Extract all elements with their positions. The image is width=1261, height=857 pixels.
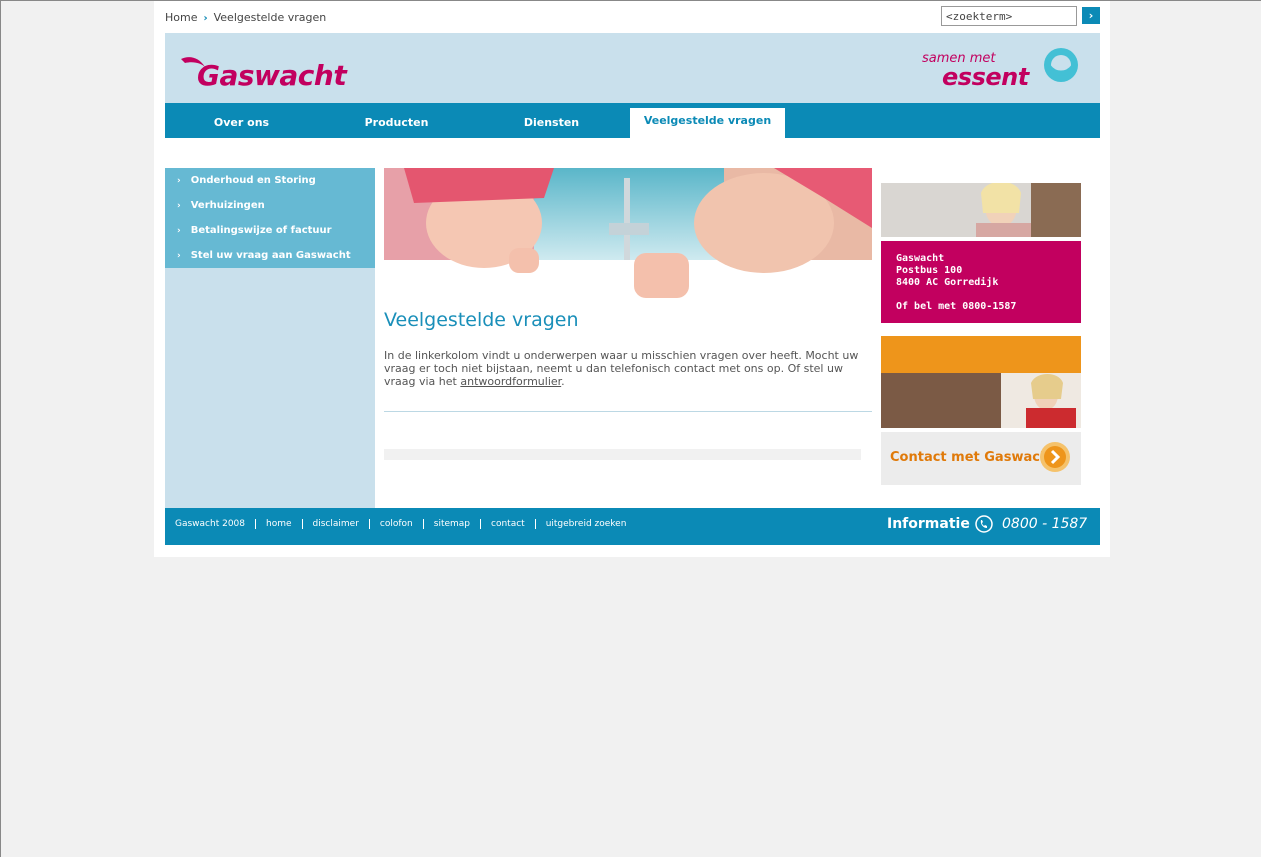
- sidebar-item-betalingswijze[interactable]: › Betalingswijze of factuur: [165, 218, 375, 243]
- sidebar-menu: › Onderhoud en Storing › Verhuizingen › Bet…: [165, 168, 375, 268]
- antwoordformulier-link[interactable]: antwoordformulier: [460, 375, 561, 388]
- intro-text-end: .: [561, 375, 565, 388]
- chevron-right-icon: ›: [177, 176, 181, 186]
- content-bar: [384, 449, 861, 460]
- chevron-right-icon: ›: [177, 251, 181, 261]
- breadcrumb-home-link[interactable]: Home: [165, 11, 197, 24]
- contact-card-banner: [881, 336, 1081, 373]
- footer-link-uitgebreid-zoeken[interactable]: uitgebreid zoeken: [534, 519, 637, 529]
- intro-paragraph: In de linkerkolom vindt u onderwerpen wa…: [384, 349, 864, 388]
- search-input[interactable]: [941, 6, 1077, 26]
- address-card: Gaswacht Postbus 100 8400 AC Gorredijk O…: [881, 181, 1081, 323]
- footer-link-contact[interactable]: contact: [480, 519, 535, 529]
- top-bar: Home › Veelgestelde vragen ›: [165, 6, 1100, 26]
- sidebar-item-label: Onderhoud en Storing: [190, 175, 316, 186]
- sidebar: › Onderhoud en Storing › Verhuizingen › Bet…: [165, 168, 375, 508]
- address-postbus: Postbus 100: [896, 265, 963, 276]
- nav-item-diensten[interactable]: Diensten: [495, 103, 608, 138]
- breadcrumb: Home › Veelgestelde vragen: [165, 11, 326, 24]
- breadcrumb-separator-icon: ›: [203, 13, 208, 24]
- breadcrumb-current: Veelgestelde vragen: [213, 11, 327, 24]
- contact-card-footer: Contact met Gaswacht: [881, 432, 1081, 485]
- hero-image: [384, 168, 872, 303]
- gaswacht-logo[interactable]: Gaswacht: [197, 59, 347, 92]
- footer-link-colofon[interactable]: colofon: [368, 519, 423, 529]
- site-header: Gaswacht samen met essent: [165, 33, 1100, 103]
- nav-item-producten[interactable]: Producten: [340, 103, 453, 138]
- sidebar-item-stel-uw-vraag[interactable]: › Stel uw vraag aan Gaswacht: [165, 243, 375, 268]
- address-card-info: Gaswacht Postbus 100 8400 AC Gorredijk O…: [881, 241, 1081, 323]
- essent-logo[interactable]: essent: [942, 63, 1029, 91]
- footer-copyright: Gaswacht 2008: [175, 519, 246, 529]
- intro-text: In de linkerkolom vindt u onderwerpen wa…: [384, 349, 859, 388]
- search-button[interactable]: ›: [1082, 7, 1100, 24]
- nav-item-over-ons[interactable]: Over ons: [185, 103, 298, 138]
- contact-card-label[interactable]: Contact met Gaswacht: [890, 450, 1055, 465]
- content-divider: [384, 411, 872, 412]
- contact-card-photo: [881, 373, 1081, 428]
- contact-card[interactable]: Contact met Gaswacht: [881, 336, 1081, 485]
- address-city: 8400 AC Gorredijk: [896, 277, 999, 288]
- sidebar-item-verhuizingen[interactable]: › Verhuizingen: [165, 193, 375, 218]
- chevron-right-icon: ›: [177, 201, 181, 211]
- essent-swirl-icon: [1044, 48, 1078, 82]
- footer-phone-number: 0800 - 1587: [1002, 516, 1088, 532]
- phone-icon: [975, 515, 993, 533]
- sidebar-item-label: Stel uw vraag aan Gaswacht: [190, 250, 351, 261]
- page-container: Home › Veelgestelde vragen › Gaswacht same…: [154, 1, 1110, 557]
- site-footer: Gaswacht 2008 home disclaimer colofon si…: [165, 508, 1100, 545]
- footer-links: Gaswacht 2008 home disclaimer colofon si…: [175, 519, 636, 529]
- arrow-right-circle-icon[interactable]: [1039, 441, 1071, 473]
- nav-item-veelgestelde-vragen[interactable]: Veelgestelde vragen: [630, 108, 785, 138]
- chevron-right-icon: ›: [177, 226, 181, 236]
- sidebar-item-label: Betalingswijze of factuur: [190, 225, 332, 236]
- footer-info-label: Informatie: [887, 516, 970, 532]
- page-title: Veelgestelde vragen: [384, 309, 579, 331]
- address-phone: Of bel met 0800-1587: [896, 301, 1017, 312]
- sidebar-item-onderhoud[interactable]: › Onderhoud en Storing: [165, 168, 375, 193]
- footer-link-home[interactable]: home: [255, 519, 302, 529]
- address-name: Gaswacht: [896, 253, 945, 264]
- footer-link-sitemap[interactable]: sitemap: [422, 519, 480, 529]
- main-nav: Over ons Producten Diensten Veelgestelde…: [165, 103, 1100, 138]
- footer-link-disclaimer[interactable]: disclaimer: [301, 519, 369, 529]
- sidebar-item-label: Verhuizingen: [190, 200, 265, 211]
- address-card-photo: [881, 181, 1081, 237]
